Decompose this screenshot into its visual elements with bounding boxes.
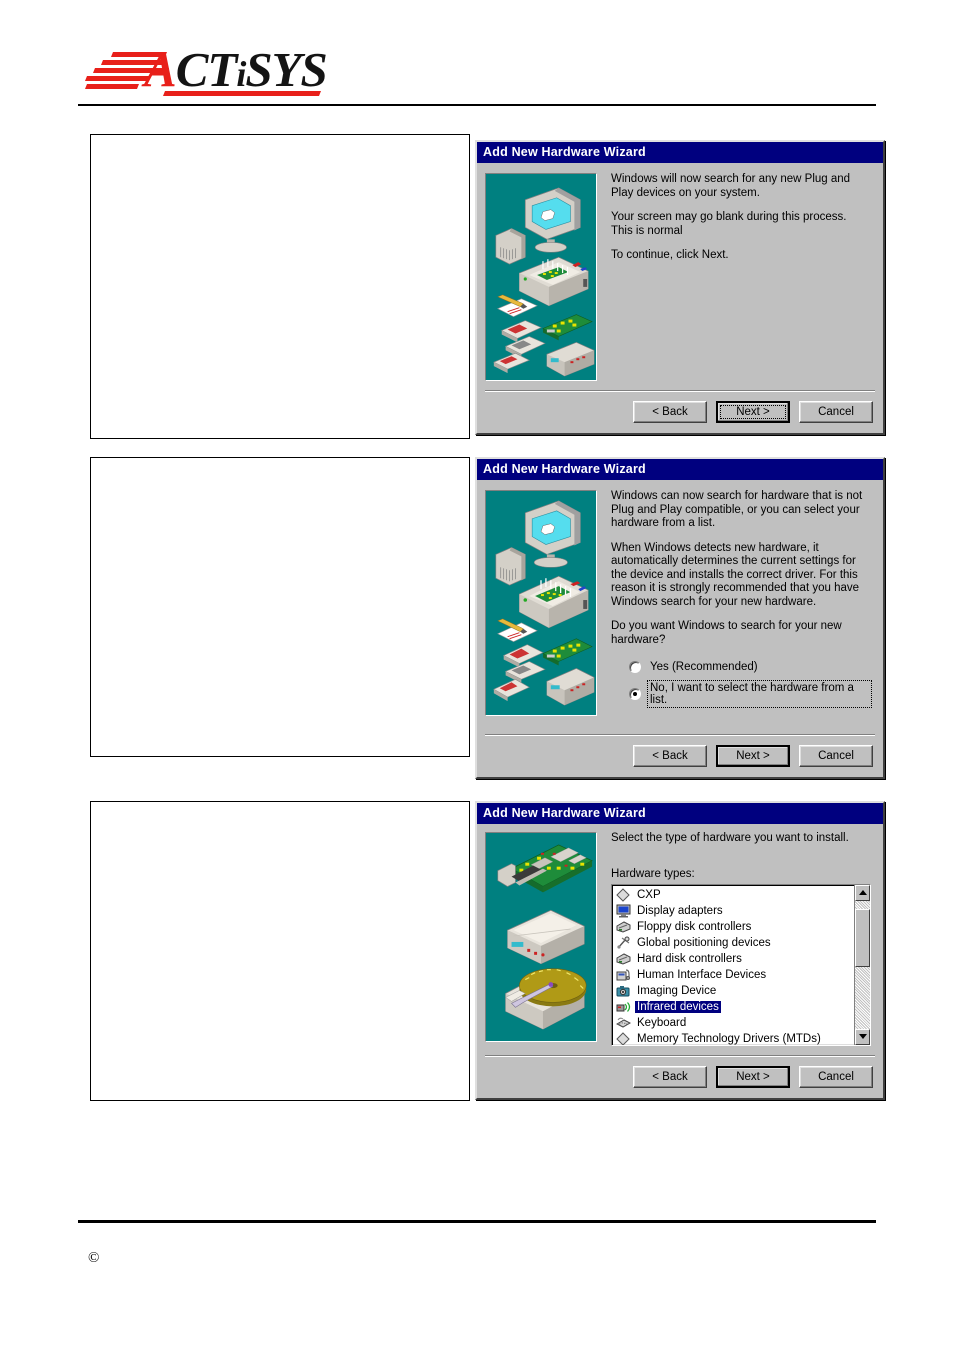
scroll-up-button[interactable] bbox=[855, 884, 870, 901]
dialog-content: Select the type of hardware you want to … bbox=[597, 832, 875, 1046]
scroll-down-arrow-icon bbox=[858, 1034, 867, 1039]
dialog-paragraph: Your screen may go blank during this pro… bbox=[611, 211, 847, 237]
radio-button-icon[interactable] bbox=[629, 688, 641, 700]
step-note-text bbox=[91, 458, 469, 474]
list-item-label: Display adapters bbox=[637, 904, 723, 917]
step-note-text bbox=[91, 802, 469, 818]
list-item-label: Imaging Device bbox=[637, 984, 717, 997]
back-button[interactable]: < Back bbox=[633, 1065, 707, 1088]
dialog-question: Do you want Windows to search for your n… bbox=[611, 620, 842, 646]
scrollbar-track[interactable] bbox=[855, 901, 870, 1029]
hardware-types-listbox[interactable]: CXP Display adapters Floppy disk control… bbox=[611, 883, 871, 1046]
scroll-up-arrow-icon bbox=[858, 890, 867, 895]
list-item-label: CXP bbox=[637, 888, 661, 901]
list-item[interactable]: Hard disk controllers bbox=[614, 951, 854, 967]
cancel-button[interactable]: Cancel bbox=[799, 1065, 873, 1088]
logo-letter-i: i bbox=[236, 54, 246, 94]
list-item[interactable]: Keyboard bbox=[614, 1015, 854, 1031]
scrollbar-thumb[interactable] bbox=[855, 908, 870, 967]
list-item-label: Global positioning devices bbox=[637, 936, 771, 949]
controller-icon bbox=[616, 952, 631, 966]
generic-device-icon bbox=[616, 1031, 631, 1045]
list-item-label: Infrared devices bbox=[635, 1000, 721, 1013]
list-item-label: Memory Technology Drivers (MTDs) bbox=[637, 1032, 821, 1045]
radio-label: Yes (Recommended) bbox=[650, 661, 758, 673]
cancel-button[interactable]: Cancel bbox=[799, 745, 873, 767]
listbox-scrollbar[interactable] bbox=[854, 884, 870, 1045]
step-note-cell bbox=[90, 134, 470, 439]
header-divider bbox=[78, 104, 876, 106]
cancel-button[interactable]: Cancel bbox=[799, 401, 873, 423]
infrared-icon bbox=[616, 1000, 631, 1014]
hardware-illustration bbox=[485, 490, 597, 716]
next-button[interactable]: Next > bbox=[716, 401, 790, 423]
logo-underline bbox=[162, 91, 322, 96]
hardware-illustration bbox=[485, 173, 597, 381]
add-new-hardware-wizard-dialog[interactable]: Add New Hardware Wizard bbox=[475, 801, 885, 1100]
dialog-button-row: < Back Next > Cancel bbox=[477, 1057, 883, 1098]
logo-letters-ct: CT bbox=[175, 42, 238, 97]
hardware-illustration bbox=[485, 832, 597, 1042]
generic-device-icon bbox=[616, 887, 631, 902]
next-button[interactable]: Next > bbox=[716, 1065, 790, 1088]
list-item[interactable]: Global positioning devices bbox=[614, 935, 854, 951]
list-item[interactable]: CXP bbox=[614, 887, 854, 903]
dialog-title-bar: Add New Hardware Wizard bbox=[477, 459, 883, 480]
dialog-content: Windows will now search for any new Plug… bbox=[597, 173, 875, 381]
footer-divider bbox=[78, 1220, 876, 1223]
list-item[interactable]: Human Interface Devices bbox=[614, 967, 854, 983]
step-note-cell bbox=[90, 457, 470, 757]
hid-icon bbox=[616, 968, 631, 982]
camera-icon bbox=[616, 984, 631, 998]
dialog-prompt: Select the type of hardware you want to … bbox=[611, 832, 849, 844]
steps-table: Add New Hardware Wizard Windows will now… bbox=[90, 134, 885, 1124]
list-item[interactable]: Floppy disk controllers bbox=[614, 919, 854, 935]
radio-yes-recommended[interactable]: Yes (Recommended) bbox=[629, 660, 871, 674]
listbox-items: CXP Display adapters Floppy disk control… bbox=[612, 885, 854, 1045]
dialog-paragraph: Windows can now search for hardware that… bbox=[611, 490, 863, 529]
dialog-title-bar: Add New Hardware Wizard bbox=[477, 142, 883, 163]
scroll-down-button[interactable] bbox=[855, 1028, 870, 1045]
list-item-label: Floppy disk controllers bbox=[637, 920, 752, 933]
logo-letter-a: A bbox=[144, 42, 177, 97]
list-item[interactable]: Display adapters bbox=[614, 903, 854, 919]
list-item-infrared-devices[interactable]: Infrared devices bbox=[614, 999, 854, 1015]
actisys-logo: ACTiSYS bbox=[84, 42, 328, 100]
dialog-paragraph: To continue, click Next. bbox=[611, 249, 729, 261]
list-item[interactable]: Imaging Device bbox=[614, 983, 854, 999]
controller-icon bbox=[616, 920, 631, 934]
dialog-button-row: < Back Next > Cancel bbox=[477, 392, 883, 433]
copyright-notice: © bbox=[88, 1250, 100, 1266]
step-note-text bbox=[91, 135, 469, 151]
step-row: Add New Hardware Wizard bbox=[90, 457, 885, 783]
back-button[interactable]: < Back bbox=[633, 401, 707, 423]
dialog-button-row: < Back Next > Cancel bbox=[477, 736, 883, 777]
dialog-paragraph: When Windows detects new hardware, it au… bbox=[611, 541, 860, 608]
dialog-content: Windows can now search for hardware that… bbox=[597, 490, 875, 716]
list-item[interactable]: Memory Technology Drivers (MTDs) bbox=[614, 1031, 854, 1045]
list-item-label: Hard disk controllers bbox=[637, 952, 742, 965]
page-footer: © bbox=[0, 1220, 954, 1300]
keyboard-icon bbox=[615, 1016, 632, 1030]
radio-label: No, I want to select the hardware from a… bbox=[647, 680, 872, 708]
next-button[interactable]: Next > bbox=[716, 745, 790, 767]
monitor-icon bbox=[616, 904, 631, 918]
step-row: Add New Hardware Wizard bbox=[90, 801, 885, 1106]
radio-select-from-list[interactable]: No, I want to select the hardware from a… bbox=[629, 680, 872, 708]
page-header: ACTiSYS bbox=[0, 0, 954, 115]
add-new-hardware-wizard-dialog[interactable]: Add New Hardware Wizard bbox=[475, 140, 885, 435]
back-button[interactable]: < Back bbox=[633, 745, 707, 767]
list-item-label: Keyboard bbox=[637, 1016, 687, 1029]
dialog-paragraph: Windows will now search for any new Plug… bbox=[611, 173, 851, 199]
radio-button-icon[interactable] bbox=[629, 661, 641, 673]
step-note-cell bbox=[90, 801, 470, 1101]
add-new-hardware-wizard-dialog[interactable]: Add New Hardware Wizard bbox=[475, 457, 885, 779]
logo-letters-sys: SYS bbox=[245, 42, 327, 97]
satellite-icon bbox=[616, 936, 631, 950]
dialog-title-bar: Add New Hardware Wizard bbox=[477, 803, 883, 824]
step-row: Add New Hardware Wizard bbox=[90, 134, 885, 439]
list-item-label: Human Interface Devices bbox=[637, 968, 767, 981]
hardware-types-label: Hardware types: bbox=[611, 867, 695, 880]
